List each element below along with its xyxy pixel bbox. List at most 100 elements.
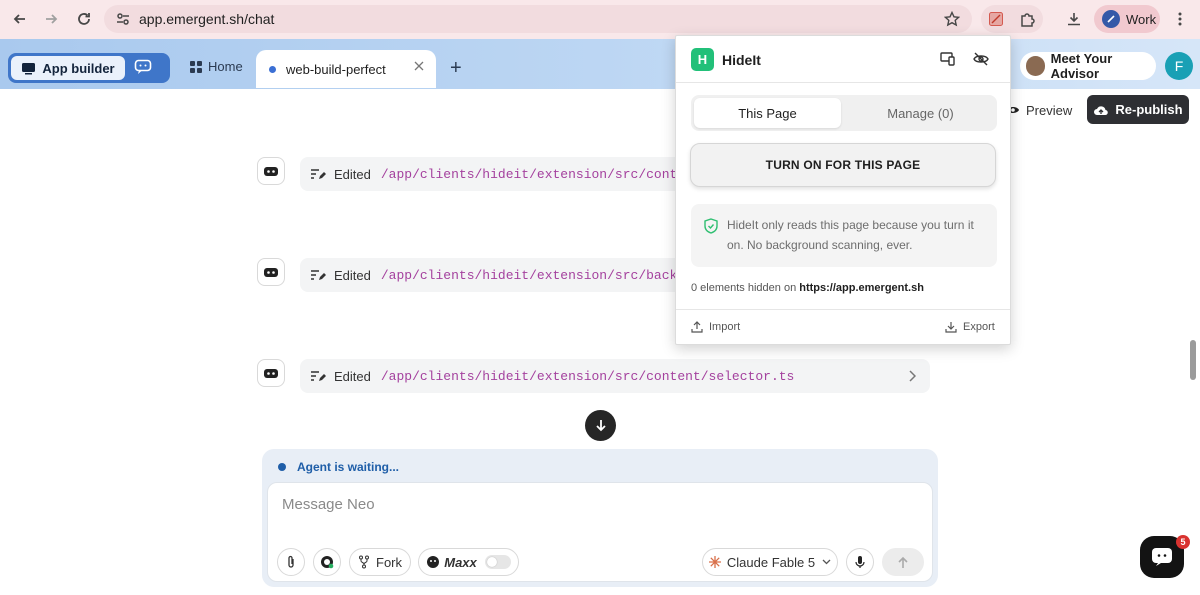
paperclip-icon — [288, 555, 294, 568]
hideit-logo: H — [691, 48, 714, 71]
model-sparkle-icon — [708, 556, 721, 568]
agent-status-text: Agent is waiting... — [297, 460, 400, 474]
grid-icon — [190, 60, 202, 73]
eye-off-icon[interactable] — [973, 51, 989, 67]
popup-divider — [676, 82, 1010, 83]
popup-title: HideIt — [722, 52, 761, 68]
scroll-down-button[interactable] — [585, 410, 616, 441]
export-label: Export — [963, 321, 995, 333]
privacy-note: HideIt only reads this page because you … — [691, 204, 997, 267]
chat-bubble-icon — [1152, 548, 1172, 566]
tab-status-dot — [269, 65, 276, 73]
edit-action-label: Edited — [334, 368, 371, 384]
chevron-right-icon[interactable] — [908, 370, 916, 382]
model-selector[interactable]: Claude Fable 5 — [702, 548, 838, 576]
hideit-popup: H HideIt This Page Manage (0) TURN ON FO… — [675, 35, 1011, 345]
fork-button[interactable]: Fork — [349, 548, 411, 576]
user-avatar[interactable]: F — [1165, 52, 1193, 80]
message-placeholder: Message Neo — [282, 496, 375, 513]
hideit-extension-icon[interactable] — [984, 7, 1008, 31]
hidden-count-text: 0 elements hidden on — [691, 282, 797, 294]
github-icon — [321, 556, 334, 569]
page-scrollbar[interactable] — [1190, 340, 1196, 380]
voice-button[interactable] — [846, 548, 874, 576]
devices-icon[interactable] — [940, 52, 956, 66]
hidden-count: 0 elements hidden on https://app.emergen… — [691, 282, 924, 294]
chevron-down-icon — [822, 559, 831, 565]
project-tab[interactable]: web-build-perfect — [256, 50, 436, 88]
agent-avatar-icon — [257, 258, 285, 286]
toggle-switch[interactable] — [484, 555, 511, 569]
hidden-site: https://app.emergent.sh — [799, 282, 924, 294]
import-label: Import — [709, 321, 741, 333]
agent-status: Agent is waiting... — [278, 460, 399, 474]
export-button[interactable]: Export — [945, 321, 995, 333]
home-label: Home — [208, 59, 243, 74]
bookmark-star-icon[interactable] — [940, 7, 964, 31]
advisor-label: Meet Your Advisor — [1050, 51, 1113, 81]
puzzle-extensions-icon[interactable] — [1016, 7, 1040, 31]
agent-avatar-icon — [257, 359, 285, 387]
preview-button[interactable]: Preview — [1006, 96, 1080, 124]
reload-icon[interactable] — [73, 8, 95, 30]
republish-label: Re-publish — [1115, 102, 1183, 117]
microphone-icon — [855, 556, 865, 568]
site-settings-icon[interactable] — [115, 11, 131, 27]
edit-row[interactable]: Edited /app/clients/hideit/extension/src… — [300, 359, 930, 393]
edit-file-path: /app/clients/hideit/extension/src/conten… — [380, 368, 795, 384]
fork-icon — [359, 555, 369, 569]
new-tab-plus-icon[interactable]: + — [450, 58, 462, 78]
republish-button[interactable]: Re-publish — [1087, 95, 1189, 124]
tab-this-page[interactable]: This Page — [694, 98, 841, 128]
mode-switch: App builder — [8, 53, 170, 83]
browser-menu-icon[interactable] — [1168, 7, 1192, 31]
attach-button[interactable] — [277, 548, 305, 576]
edit-file-icon — [311, 270, 326, 280]
upload-icon — [691, 321, 703, 333]
shield-check-icon — [704, 218, 718, 234]
meet-advisor-button[interactable]: Meet Your Advisor — [1020, 51, 1156, 81]
maxx-label: Maxx — [444, 554, 477, 570]
import-button[interactable]: Import — [691, 321, 740, 333]
profile-button[interactable]: Work — [1094, 5, 1160, 33]
github-button[interactable] — [313, 548, 341, 576]
download-icon — [945, 322, 957, 333]
forward-icon[interactable] — [40, 8, 62, 30]
address-bar[interactable]: app.emergent.sh/chat — [104, 5, 972, 33]
composer: Agent is waiting... Message Neo Fork Max… — [262, 449, 938, 587]
arrow-up-icon — [898, 556, 908, 568]
edit-action-label: Edited — [334, 267, 371, 283]
app-builder-button[interactable]: App builder — [11, 56, 125, 80]
url-text[interactable]: app.emergent.sh/chat — [139, 11, 274, 27]
tab-manage[interactable]: Manage (0) — [847, 98, 994, 128]
edit-file-path: /app/clients/hideit/extension/src/conten… — [380, 166, 701, 182]
maxx-toggle[interactable]: Maxx — [418, 548, 519, 576]
home-tab[interactable]: Home — [190, 59, 243, 74]
turn-on-button[interactable]: TURN ON FOR THIS PAGE — [690, 143, 996, 187]
profile-label: Work — [1126, 11, 1157, 27]
download-icon[interactable] — [1062, 7, 1086, 31]
profile-avatar-icon — [1102, 10, 1120, 28]
preview-label: Preview — [1026, 102, 1073, 118]
browser-toolbar: app.emergent.sh/chat Work — [0, 0, 1200, 39]
privacy-note-text: HideIt only reads this page because you … — [727, 218, 974, 252]
back-icon[interactable] — [9, 8, 31, 30]
notification-badge: 5 — [1176, 535, 1190, 549]
popup-footer-divider — [676, 309, 1010, 310]
popup-tabs: This Page Manage (0) — [691, 95, 997, 131]
robot-icon — [427, 556, 440, 568]
message-input[interactable]: Message Neo Fork Maxx Claude Fable 5 — [267, 482, 933, 582]
chat-mode-icon[interactable] — [134, 59, 152, 75]
close-tab-icon[interactable] — [414, 61, 424, 71]
advisor-avatar — [1026, 56, 1045, 76]
send-button[interactable] — [882, 548, 924, 576]
edit-action-label: Edited — [334, 166, 371, 182]
arrow-down-icon — [595, 420, 606, 432]
status-dot — [278, 463, 286, 471]
edit-file-icon — [311, 169, 326, 179]
monitor-icon — [22, 62, 36, 74]
app-header: App builder Home web-build-perfect + Mee… — [0, 39, 1200, 89]
app-builder-label: App builder — [42, 60, 115, 76]
agent-avatar-icon — [257, 157, 285, 185]
cloud-upload-icon — [1094, 105, 1109, 115]
